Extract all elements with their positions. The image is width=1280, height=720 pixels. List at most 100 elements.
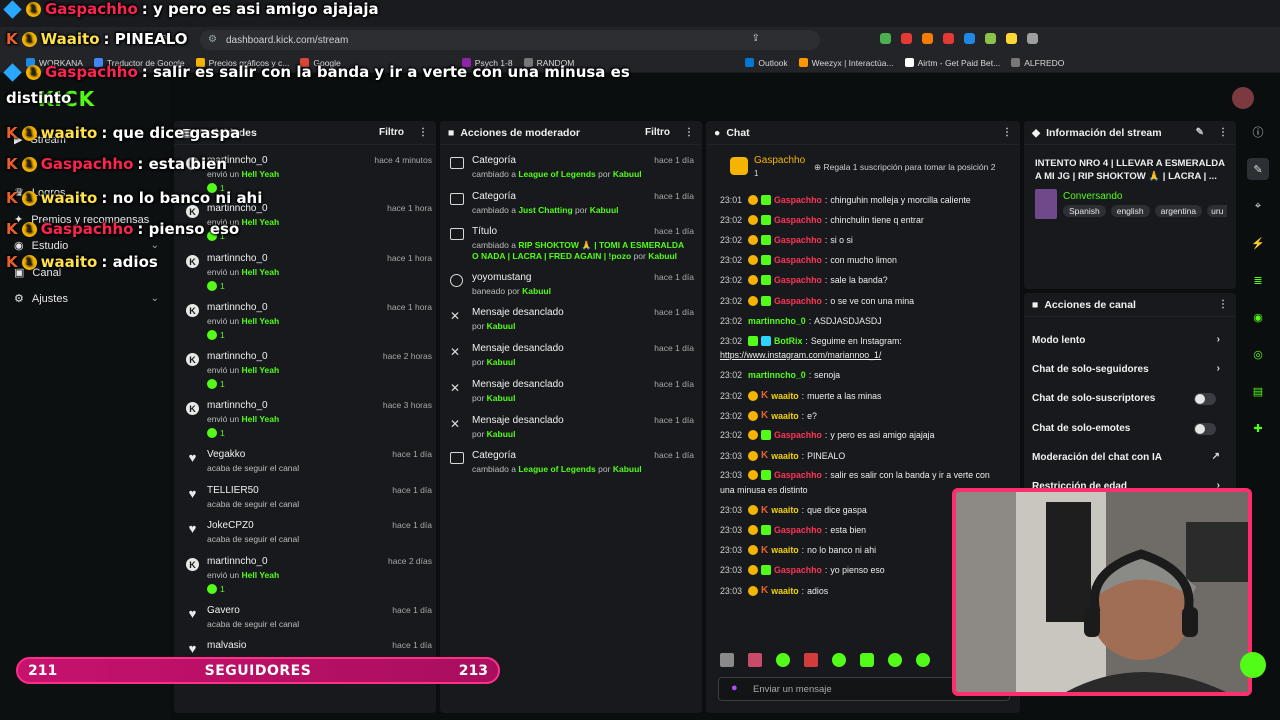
activity-username[interactable]: martinncho_0 — [207, 556, 268, 567]
moderator-name[interactable]: Kabuul — [590, 205, 619, 215]
chat-username[interactable]: martinncho_0 — [748, 316, 806, 326]
chat-username[interactable]: waaito — [771, 451, 798, 461]
slow-mode-row[interactable]: Modo lento › — [1032, 334, 1228, 346]
chat-username[interactable]: Gaspachho — [774, 470, 822, 480]
extension-icon[interactable] — [943, 33, 954, 44]
gift-sub-prompt[interactable]: ⊕ Regala 1 suscripción para tomar la pos… — [814, 162, 995, 173]
mod-actions-filter-button[interactable]: Filtro — [645, 127, 670, 138]
emote-icon[interactable] — [804, 653, 818, 667]
ai-moderation-row[interactable]: Moderación del chat con IA ↗ — [1032, 451, 1228, 463]
chat-username[interactable]: Gaspachho — [774, 296, 822, 306]
chat-username[interactable]: martinncho_0 — [748, 370, 806, 380]
moderator-name[interactable]: Kabuul — [648, 251, 677, 261]
more-options-icon[interactable]: ⋮ — [1002, 127, 1012, 138]
emote-icon[interactable] — [832, 653, 846, 667]
moderator-name[interactable]: Kabuul — [487, 393, 516, 403]
overlay-username: waaito — [40, 253, 98, 271]
sidebar-item-estudio[interactable]: ◉ Estudio ⌄ — [14, 239, 159, 253]
emote-icon[interactable] — [888, 653, 902, 667]
followers-only-row[interactable]: Chat de solo-seguidores › — [1032, 363, 1228, 375]
emotes-only-toggle[interactable] — [1194, 423, 1216, 435]
extension-icon[interactable] — [880, 33, 891, 44]
tag[interactable]: english — [1110, 205, 1150, 217]
chat-username[interactable]: Gaspachho — [774, 430, 822, 440]
tag[interactable]: Spanish — [1063, 205, 1106, 217]
emote-icon[interactable] — [776, 653, 790, 667]
extension-icon[interactable] — [1027, 33, 1038, 44]
chat-username[interactable]: waaito — [771, 411, 798, 421]
site-info-icon[interactable]: ⚙ — [208, 34, 217, 45]
microphone-icon[interactable]: ● — [731, 682, 738, 694]
moderator-name[interactable]: Kabuul — [487, 357, 516, 367]
moderator-name[interactable]: Kabuul — [613, 464, 642, 474]
focus-icon[interactable]: ⌖ — [1247, 195, 1269, 217]
chat-link[interactable]: https://www.instagram.com/mariannoo_1/ — [720, 350, 881, 360]
tools-icon[interactable]: ✚ — [1247, 417, 1269, 439]
info-icon[interactable]: ⓘ — [1247, 121, 1269, 143]
moderator-name[interactable]: Kabuul — [613, 169, 642, 179]
pinned-user[interactable]: Gaspachho — [754, 155, 805, 166]
activity-username[interactable]: martinncho_0 — [207, 400, 268, 411]
chat-username[interactable]: Gaspachho — [774, 235, 822, 245]
emote-icon[interactable] — [748, 653, 762, 667]
chat-username[interactable]: Gaspachho — [774, 525, 822, 535]
lightning-icon[interactable]: ⚡ — [1247, 232, 1269, 254]
moderator-name[interactable]: Kabuul — [487, 321, 516, 331]
chat-username[interactable]: Gaspachho — [774, 195, 822, 205]
chat-username[interactable]: Gaspachho — [774, 565, 822, 575]
bookmark[interactable]: Weezyx | Interactúa... — [798, 58, 894, 68]
coin-badge-icon: 1 — [21, 190, 37, 206]
avatar[interactable] — [1232, 87, 1254, 109]
extension-icon[interactable] — [901, 33, 912, 44]
tag[interactable]: uru — [1207, 205, 1228, 217]
more-options-icon[interactable]: ⋮ — [684, 127, 694, 138]
chat-username[interactable]: waaito — [771, 505, 798, 515]
bookmark[interactable]: ALFREDO — [1011, 58, 1064, 68]
whatsapp-floating-icon[interactable] — [1240, 652, 1266, 678]
list-icon[interactable]: ≣ — [1247, 269, 1269, 291]
activity-username[interactable]: martinncho_0 — [207, 351, 268, 362]
more-options-icon[interactable]: ⋮ — [1218, 299, 1228, 310]
bookmark[interactable]: Outlook — [745, 58, 788, 68]
emote-icon[interactable] — [720, 653, 734, 667]
activity-username[interactable]: martinncho_0 — [207, 253, 268, 264]
activity-filter-button[interactable]: Filtro — [379, 127, 404, 138]
extension-icon[interactable] — [1006, 33, 1017, 44]
extension-icon[interactable] — [922, 33, 933, 44]
activity-username[interactable]: TELLIER50 — [207, 485, 259, 496]
subscribers-only-toggle[interactable] — [1194, 393, 1216, 405]
broadcast-icon[interactable]: ◎ — [1247, 343, 1269, 365]
chat-username[interactable]: waaito — [771, 545, 798, 555]
emote-icon[interactable] — [916, 653, 930, 667]
edit-icon[interactable]: ✎ — [1196, 127, 1204, 138]
activity-username[interactable]: martinncho_0 — [207, 302, 268, 313]
edit-icon[interactable]: ✎ — [1247, 158, 1269, 180]
sidebar-item-ajustes[interactable]: ⚙ Ajustes ⌄ — [14, 292, 159, 306]
more-options-icon[interactable]: ⋮ — [1218, 127, 1228, 138]
moderator-name[interactable]: Kabuul — [522, 286, 551, 296]
chat-username[interactable]: Gaspachho — [774, 275, 822, 285]
heart-icon: ♥ — [188, 606, 197, 621]
extension-icon[interactable] — [985, 33, 996, 44]
more-options-icon[interactable]: ⋮ — [418, 127, 428, 138]
activity-username[interactable]: JokeCPZ0 — [207, 520, 254, 531]
stack-icon[interactable]: ▤ — [1247, 380, 1269, 402]
chat-username[interactable]: Gaspachho — [774, 215, 822, 225]
webcam-overlay — [952, 488, 1252, 696]
chat-username[interactable]: Gaspachho — [774, 255, 822, 265]
emote-icon[interactable] — [860, 653, 874, 667]
activity-username[interactable]: malvasio — [207, 640, 246, 651]
chat-username[interactable]: waaito — [771, 586, 798, 596]
moderator-name[interactable]: Kabuul — [487, 429, 516, 439]
stream-category[interactable]: Conversando — [1063, 191, 1122, 202]
tag[interactable]: argentina — [1154, 205, 1203, 217]
chat-username[interactable]: waaito — [771, 391, 798, 401]
chat-username[interactable]: BotRix — [774, 336, 802, 346]
extension-icon[interactable] — [964, 33, 975, 44]
address-bar[interactable]: ⚙ dashboard.kick.com/stream ⇪ — [200, 30, 820, 50]
share-icon[interactable]: ⇪ — [752, 33, 760, 44]
activity-username[interactable]: Gavero — [207, 605, 240, 616]
chat-bubble-icon[interactable]: ◉ — [1247, 306, 1269, 328]
activity-username[interactable]: Vegakko — [207, 449, 245, 460]
bookmark[interactable]: Airtm - Get Paid Bet... — [904, 58, 1000, 68]
